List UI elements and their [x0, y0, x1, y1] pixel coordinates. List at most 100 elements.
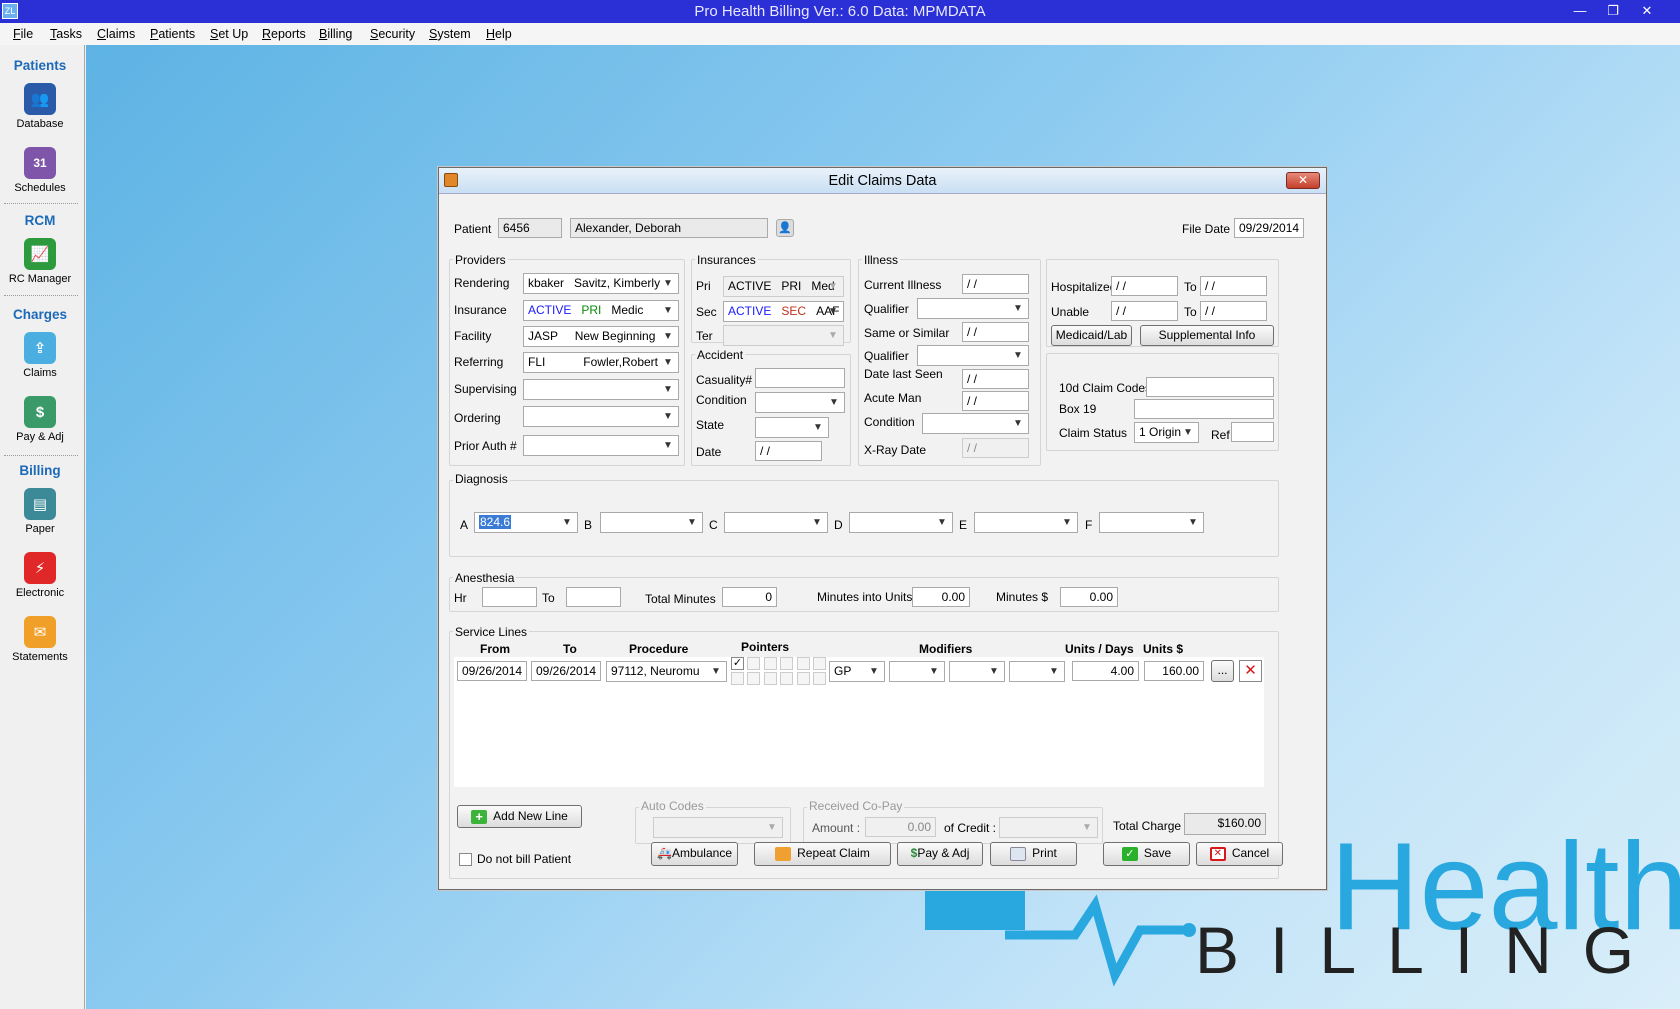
qualifier2-select[interactable]: ▼	[917, 345, 1029, 366]
pointer-checkbox-b[interactable]	[747, 657, 760, 670]
service-from-field[interactable]: 09/26/2014	[457, 661, 527, 681]
service-to-field[interactable]: 09/26/2014	[531, 661, 601, 681]
sidebar-item-pay-adj[interactable]: $ Pay & Adj	[5, 396, 75, 443]
sidebar-item-schedules[interactable]: 31 Schedules	[5, 147, 75, 194]
same-similar-field[interactable]: / /	[962, 322, 1029, 342]
ambulance-button[interactable]: 🚑Ambulance	[651, 842, 738, 866]
acute-man-field[interactable]: / /	[962, 391, 1029, 411]
modifier-1-select[interactable]: GP ▼	[829, 661, 885, 682]
units-dollars-field[interactable]: 160.00	[1144, 661, 1204, 681]
modifier-2-select[interactable]: ▼	[889, 661, 945, 682]
modifier-3-select[interactable]: ▼	[949, 661, 1005, 682]
menu-setup[interactable]: Set Up	[210, 27, 248, 41]
patient-name-field[interactable]: Alexander, Deborah	[570, 218, 768, 238]
menu-claims[interactable]: Claims	[97, 27, 135, 41]
menu-help[interactable]: Help	[486, 27, 512, 41]
claim-status-select[interactable]: 1 Origin ▼	[1134, 422, 1199, 443]
diagnosis-d-select[interactable]: ▼	[849, 512, 953, 533]
copay-amount-field[interactable]: 0.00	[865, 817, 936, 837]
menu-reports[interactable]: Reports	[262, 27, 306, 41]
auto-codes-select[interactable]: ▼	[653, 817, 783, 838]
qualifier1-select[interactable]: ▼	[917, 298, 1029, 319]
box19-field[interactable]	[1134, 399, 1274, 419]
pri-insurance-select[interactable]: ACTIVE PRI Med ▼	[723, 276, 844, 297]
file-date-field[interactable]: 09/29/2014	[1234, 218, 1304, 238]
state-select[interactable]: ▼	[755, 417, 829, 438]
dialog-close-icon[interactable]: ✕	[1286, 172, 1320, 189]
xray-date-field[interactable]: / /	[962, 438, 1029, 458]
patient-id-field[interactable]: 6456	[498, 218, 562, 238]
illness-condition-select[interactable]: ▼	[922, 413, 1029, 434]
diagnosis-a-select[interactable]: 824.6 ▼	[474, 512, 578, 533]
anesthesia-hr-field[interactable]	[482, 587, 537, 607]
pointer-checkbox-i[interactable]	[764, 672, 777, 685]
current-illness-field[interactable]: / /	[962, 274, 1029, 294]
pointer-checkbox-l[interactable]	[813, 672, 826, 685]
print-button[interactable]: Print	[990, 842, 1077, 866]
unable-from-field[interactable]: / /	[1111, 301, 1178, 321]
pointer-checkbox-g[interactable]	[731, 672, 744, 685]
add-new-line-button[interactable]: + Add New Line	[457, 805, 582, 828]
claim-codes-field[interactable]	[1146, 377, 1274, 397]
menu-file[interactable]: File	[13, 27, 33, 41]
sidebar-item-rc-manager[interactable]: 📈 RC Manager	[5, 238, 75, 285]
restore-icon[interactable]: ❐	[1598, 1, 1628, 21]
minimize-icon[interactable]: —	[1565, 1, 1595, 21]
rendering-select[interactable]: kbaker Savitz, Kimberly ▼	[523, 273, 679, 294]
accident-condition-select[interactable]: ▼	[755, 392, 845, 413]
menu-system[interactable]: System	[429, 27, 471, 41]
referring-select[interactable]: FLI Fowler,Robert ▼	[523, 352, 679, 373]
sidebar-item-statements[interactable]: ✉ Statements	[5, 616, 75, 663]
sidebar-item-database[interactable]: 👥 Database	[5, 83, 75, 130]
pointer-checkbox-e[interactable]	[797, 657, 810, 670]
casualty-field[interactable]	[755, 368, 845, 388]
pay-adj-button[interactable]: $Pay & Adj	[897, 842, 983, 866]
hospitalized-to-field[interactable]: / /	[1200, 276, 1267, 296]
minutes-units-field[interactable]: 0.00	[912, 587, 970, 607]
insurance-select[interactable]: ACTIVE PRI Medic ▼	[523, 300, 679, 321]
pointer-checkbox-h[interactable]	[747, 672, 760, 685]
sidebar-item-paper[interactable]: ▤ Paper	[5, 488, 75, 535]
sec-insurance-select[interactable]: ACTIVE SEC AAF ▼	[723, 301, 844, 322]
supplemental-info-button[interactable]: Supplemental Info	[1140, 325, 1274, 346]
prior-auth-select[interactable]: ▼	[523, 435, 679, 456]
accident-date-field[interactable]: / /	[755, 441, 822, 461]
close-icon[interactable]: ✕	[1632, 1, 1662, 21]
pointer-checkbox-j[interactable]	[780, 672, 793, 685]
total-minutes-field[interactable]: 0	[722, 587, 777, 607]
do-not-bill-checkbox[interactable]	[459, 853, 472, 866]
medicaid-lab-button[interactable]: Medicaid/Lab	[1051, 325, 1132, 346]
last-seen-field[interactable]: / /	[962, 369, 1029, 389]
pointer-checkbox-d[interactable]	[780, 657, 793, 670]
units-days-field[interactable]: 4.00	[1072, 661, 1139, 681]
ordering-select[interactable]: ▼	[523, 406, 679, 427]
hospitalized-from-field[interactable]: / /	[1111, 276, 1178, 296]
anesthesia-to-field[interactable]	[566, 587, 621, 607]
diagnosis-e-select[interactable]: ▼	[974, 512, 1078, 533]
repeat-claim-button[interactable]: Repeat Claim	[754, 842, 891, 866]
save-button[interactable]: ✓ Save	[1103, 842, 1190, 866]
diagnosis-c-select[interactable]: ▼	[724, 512, 828, 533]
cancel-button[interactable]: ✕ Cancel	[1196, 842, 1283, 866]
diagnosis-f-select[interactable]: ▼	[1099, 512, 1204, 533]
sidebar-item-electronic[interactable]: ⚡ Electronic	[5, 552, 75, 599]
unable-to-field[interactable]: / /	[1200, 301, 1267, 321]
menu-patients[interactable]: Patients	[150, 27, 195, 41]
pointer-checkbox-a[interactable]: ✓	[731, 657, 744, 670]
line-details-button[interactable]: ...	[1211, 660, 1234, 682]
ref-field[interactable]	[1231, 422, 1274, 442]
modifier-4-select[interactable]: ▼	[1009, 661, 1065, 682]
patient-lookup-icon[interactable]: 👤	[776, 219, 794, 237]
minutes-dollars-field[interactable]: 0.00	[1060, 587, 1118, 607]
pointer-checkbox-c[interactable]	[764, 657, 777, 670]
copay-credit-select[interactable]: ▼	[999, 817, 1098, 838]
ter-insurance-select[interactable]: ▼	[723, 325, 844, 346]
diagnosis-b-select[interactable]: ▼	[600, 512, 703, 533]
delete-line-icon[interactable]: ✕	[1239, 660, 1262, 682]
pointer-checkbox-k[interactable]	[797, 672, 810, 685]
facility-select[interactable]: JASP New Beginning ▼	[523, 326, 679, 347]
procedure-select[interactable]: 97112, Neuromu ▼	[606, 661, 727, 682]
pointer-checkbox-f[interactable]	[813, 657, 826, 670]
supervising-select[interactable]: ▼	[523, 379, 679, 400]
sidebar-item-claims[interactable]: ⇪ Claims	[5, 332, 75, 379]
